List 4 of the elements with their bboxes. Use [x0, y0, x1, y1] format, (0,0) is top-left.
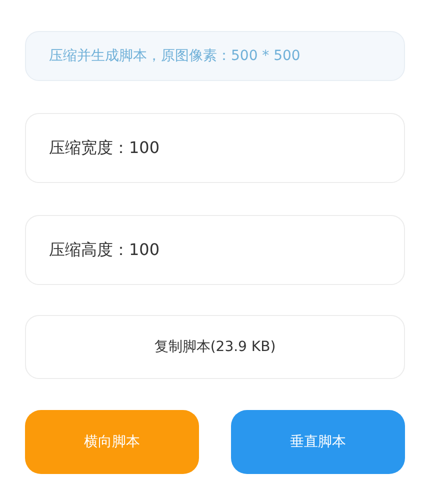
size-field[interactable]: 压缩高度：100	[25, 215, 405, 285]
copy-script-button[interactable]: 复制脚本(23.9 KB)	[25, 315, 405, 379]
size-field[interactable]: 压缩宽度：100	[25, 113, 405, 183]
info-text: 压缩并生成脚本，原图像素：500 * 500	[25, 31, 405, 81]
